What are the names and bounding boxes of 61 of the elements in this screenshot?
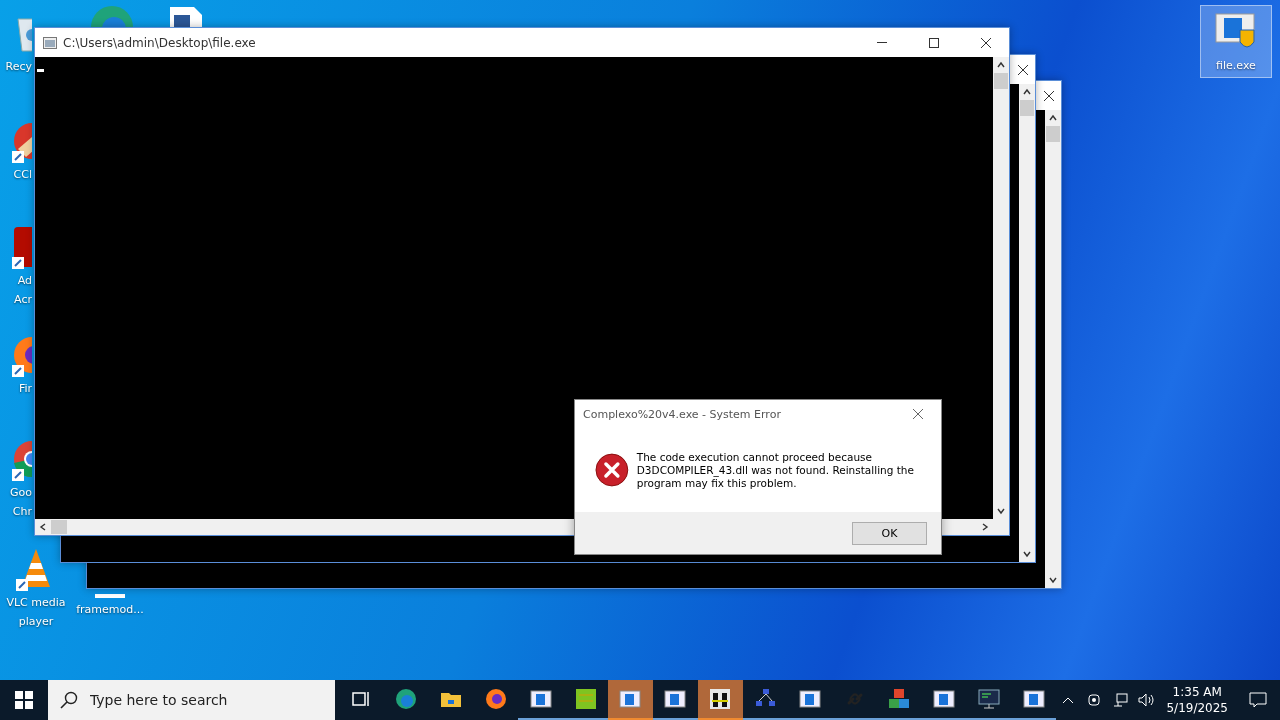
text-cursor bbox=[37, 69, 44, 72]
desktop-icon[interactable]: VLC media player bbox=[0, 542, 72, 634]
volume-icon bbox=[1137, 692, 1156, 708]
windows-logo-icon bbox=[14, 691, 33, 709]
chevron-up-icon bbox=[1062, 696, 1075, 704]
edge-icon bbox=[394, 687, 419, 711]
icon-label: VLC media bbox=[6, 595, 66, 610]
application-window-icon bbox=[528, 687, 553, 711]
monitor-icon bbox=[977, 687, 1002, 711]
search-bar[interactable]: Type here to search bbox=[47, 680, 335, 720]
close-icon bbox=[1044, 90, 1054, 101]
scrollbar-thumb[interactable] bbox=[1020, 100, 1034, 116]
icon-label: Goo bbox=[10, 485, 32, 500]
camera-icon bbox=[1086, 692, 1103, 708]
cubes-icon bbox=[887, 687, 912, 711]
vertical-scrollbar[interactable] bbox=[1045, 110, 1061, 588]
icon-label: file.exe bbox=[1216, 58, 1256, 73]
minimize-icon bbox=[877, 42, 887, 43]
vertical-scrollbar[interactable] bbox=[993, 57, 1009, 519]
application-window-icon bbox=[797, 687, 822, 711]
speech-bubble-icon bbox=[1249, 692, 1267, 708]
vertical-scrollbar[interactable] bbox=[1019, 84, 1035, 562]
search-icon bbox=[59, 691, 78, 709]
binoculars-icon bbox=[708, 687, 733, 711]
icon-label: Ad bbox=[17, 273, 32, 288]
firefox-icon bbox=[483, 687, 508, 711]
app-icon bbox=[573, 687, 598, 711]
network-icon bbox=[1112, 692, 1129, 708]
clock[interactable]: 1:35 AM 5/19/2025 bbox=[1160, 684, 1234, 716]
console-icon bbox=[43, 36, 57, 49]
desktop-icon[interactable]: framemod... bbox=[74, 589, 146, 622]
icon-label: Chr bbox=[12, 504, 32, 519]
search-input[interactable]: Type here to search bbox=[87, 691, 335, 709]
date-text: 5/19/2025 bbox=[1166, 700, 1228, 716]
icon-label: Fir bbox=[18, 381, 32, 396]
application-window-icon bbox=[932, 687, 957, 711]
application-window-icon bbox=[618, 687, 643, 711]
time-text: 1:35 AM bbox=[1172, 684, 1222, 700]
dialog-title: Complexo%20v4.exe - System Error bbox=[583, 407, 782, 421]
close-icon bbox=[981, 37, 991, 48]
icon-label: player bbox=[18, 614, 54, 629]
ok-button[interactable]: OK bbox=[852, 521, 927, 545]
window-title: C:\Users\admin\Desktop\file.exe bbox=[63, 35, 257, 50]
application-window-icon bbox=[663, 687, 688, 711]
desktop-icon[interactable]: file.exe bbox=[1200, 5, 1272, 78]
desktop-icon[interactable]: Recy bbox=[0, 6, 33, 79]
scrollbar-thumb[interactable] bbox=[51, 520, 67, 534]
icon-label: Recy bbox=[5, 59, 32, 74]
icon-label: CCl bbox=[13, 167, 32, 182]
taskbar-app[interactable] bbox=[697, 680, 743, 720]
icon-label: framemod... bbox=[76, 602, 144, 617]
scrollbar-thumb[interactable] bbox=[1046, 126, 1060, 142]
error-icon bbox=[595, 453, 629, 487]
scrollbar-thumb[interactable] bbox=[994, 73, 1008, 89]
close-icon bbox=[1018, 64, 1028, 75]
close-icon bbox=[913, 409, 923, 419]
maximize-icon bbox=[929, 37, 939, 48]
error-message: The code execution cannot proceed because D3DCOMPILER_43.dll was not found. Reinstalling the program may fix this problem. bbox=[636, 450, 915, 490]
icon-label: Acr bbox=[14, 292, 32, 307]
application-window-icon bbox=[1022, 687, 1046, 711]
acrobat-icon bbox=[10, 225, 32, 269]
